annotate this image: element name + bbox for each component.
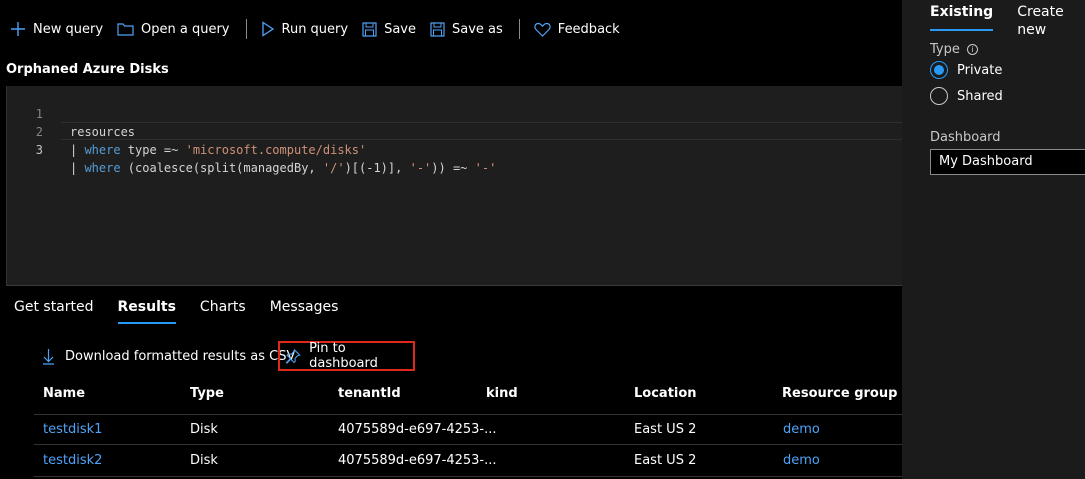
column-header-resource-group[interactable]: Resource group	[782, 386, 897, 401]
download-csv-label: Download formatted results as CSV	[65, 348, 296, 364]
run-query-button[interactable]: Run query	[261, 14, 349, 44]
save-as-button[interactable]: Save as	[430, 14, 503, 44]
resource-name-link[interactable]: testdisk2	[43, 446, 102, 476]
folder-icon	[117, 23, 134, 36]
code-pipe: |	[70, 161, 85, 175]
radio-private[interactable]: Private	[930, 61, 1002, 79]
line-number: 3	[35, 143, 43, 157]
radio-shared[interactable]: Shared	[930, 87, 1003, 105]
code-text-part: type =~	[120, 143, 186, 157]
cell-tenantid: 4075589d-e697-4253-...	[338, 453, 497, 468]
tab-messages[interactable]: Messages	[270, 296, 339, 324]
editor-line: 1 resources	[7, 87, 135, 139]
pin-dashboard-panel: Existing Create new Type i Private Shared…	[902, 0, 1085, 479]
tab-get-started[interactable]: Get started	[14, 296, 94, 324]
download-icon	[43, 348, 54, 365]
radio-selected-icon	[930, 61, 948, 79]
save-label: Save	[384, 21, 417, 37]
code-text-part: (coalesce(split(managedBy,	[120, 161, 323, 175]
code-text: resources	[70, 125, 136, 139]
radio-shared-label: Shared	[957, 88, 1003, 104]
code-text-part: )[(-1)],	[344, 161, 410, 175]
editor-line: 2 | where type =~ 'microsoft.compute/dis…	[7, 105, 366, 157]
table-header: Name Type tenantId kind Location Resourc…	[0, 384, 902, 404]
code-keyword: where	[84, 143, 121, 157]
pin-to-dashboard-label: Pin to dashboard	[309, 341, 378, 371]
code-string: 'microsoft.compute/disks'	[185, 143, 367, 157]
pin-to-dashboard-button[interactable]: Pin to dashboard	[278, 341, 415, 371]
new-query-label: New query	[33, 21, 104, 37]
code-text: | where type =~ 'microsoft.compute/disks…	[70, 141, 366, 159]
editor-line: 3 | where (coalesce(split(managedBy, '/'…	[7, 123, 497, 175]
type-label: Type i	[930, 42, 978, 57]
code-string: '-'	[409, 161, 432, 175]
tab-existing[interactable]: Existing	[930, 3, 994, 31]
toolbar-divider	[518, 19, 520, 39]
open-query-button[interactable]: Open a query	[117, 14, 230, 44]
toolbar: New query Open a query Run query Save Sa…	[0, 0, 902, 58]
tab-results[interactable]: Results	[117, 296, 176, 324]
column-header-tenantid[interactable]: tenantId	[338, 386, 401, 401]
type-label-text: Type	[930, 42, 960, 57]
download-csv-button[interactable]: Download formatted results as CSV	[42, 344, 295, 368]
toolbar-divider	[245, 19, 247, 39]
code-text: | where (coalesce(split(managedBy, '/')[…	[70, 159, 496, 177]
feedback-button[interactable]: Feedback	[534, 14, 620, 44]
code-keyword: where	[84, 161, 121, 175]
panel-tabs: Existing Create new	[930, 3, 1085, 38]
code-pipe: |	[70, 143, 85, 157]
dashboard-label: Dashboard	[930, 130, 1001, 145]
save-as-label: Save as	[452, 21, 503, 37]
pin-icon	[285, 348, 301, 364]
save-button[interactable]: Save	[362, 14, 416, 44]
save-as-icon	[430, 21, 445, 37]
heart-icon	[534, 22, 551, 37]
radio-private-label: Private	[957, 62, 1003, 78]
save-icon	[362, 21, 377, 37]
code-string: '-'	[474, 161, 497, 175]
results-tabs: Get started Results Charts Messages	[14, 296, 362, 324]
cell-tenantid: 4075589d-e697-4253-...	[338, 422, 497, 437]
table-row: testdisk2 Disk 4075589d-e697-4253-... Ea…	[34, 446, 902, 477]
resource-group-link[interactable]: demo	[783, 446, 820, 476]
column-header-name[interactable]: Name	[43, 386, 85, 401]
column-header-kind[interactable]: kind	[486, 386, 518, 401]
run-query-label: Run query	[281, 21, 349, 37]
tab-charts[interactable]: Charts	[200, 296, 246, 324]
column-header-location[interactable]: Location	[634, 386, 697, 401]
open-query-label: Open a query	[141, 21, 230, 37]
cell-type: Disk	[190, 453, 218, 468]
current-line-highlight	[61, 122, 902, 140]
code-text-part: )) =~	[431, 161, 475, 175]
dashboard-select[interactable]: My Dashboard	[930, 149, 1085, 175]
new-query-button[interactable]: New query	[10, 14, 103, 44]
play-icon	[261, 21, 274, 37]
query-editor[interactable]: 1 resources 2 | where type =~ 'microsoft…	[6, 86, 902, 286]
radio-unselected-icon	[930, 87, 948, 105]
code-string: '/'	[322, 161, 345, 175]
cell-type: Disk	[190, 422, 218, 437]
info-icon[interactable]: i	[966, 44, 978, 55]
resource-group-link[interactable]: demo	[783, 415, 820, 445]
column-header-type[interactable]: Type	[190, 386, 224, 401]
table-row: testdisk1 Disk 4075589d-e697-4253-... Ea…	[34, 414, 902, 445]
plus-icon	[11, 22, 25, 36]
cell-location: East US 2	[634, 422, 697, 437]
feedback-label: Feedback	[557, 21, 620, 37]
query-title: Orphaned Azure Disks	[6, 62, 169, 77]
resource-name-link[interactable]: testdisk1	[43, 415, 102, 445]
tab-create-new[interactable]: Create new	[1017, 3, 1064, 38]
cell-location: East US 2	[634, 453, 697, 468]
